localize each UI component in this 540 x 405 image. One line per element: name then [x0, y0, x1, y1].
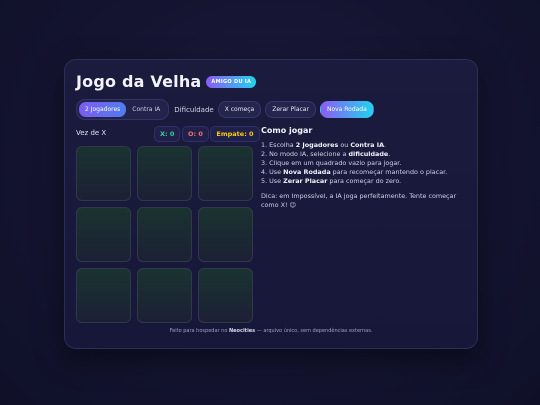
turn-indicator: Vez de X — [76, 129, 107, 137]
neocities-link: Neocities — [228, 328, 256, 334]
page-title: Jogo da Velha — [76, 72, 202, 91]
board-cell[interactable] — [76, 146, 131, 201]
mode-selector: 2 Jogadores Contra IA — [76, 99, 170, 120]
difficulty-label: Dificuldade — [174, 105, 214, 114]
game-board — [76, 146, 253, 323]
score-draw-badge: Empate: 0 — [210, 126, 260, 142]
help-panel: Como jogar 1. Escolha 2 Jogadores ou Con… — [261, 126, 467, 210]
score-o-badge: O: 0 — [182, 126, 209, 142]
help-step: 1. Escolha 2 Jogadores ou Contra IA. — [261, 141, 387, 149]
score-x-badge: X: 0 — [154, 126, 181, 142]
controls-bar: 2 Jogadores Contra IA Dificuldade X come… — [76, 99, 378, 120]
board-cell[interactable] — [76, 207, 131, 262]
new-round-button[interactable]: Nova Rodada — [319, 101, 374, 118]
help-step: 4. Use Nova Rodada para recomeçar manten… — [261, 168, 448, 176]
board-cell[interactable] — [198, 146, 253, 201]
game-card: Jogo da Velha AMIGO DU IA 2 Jogadores Co… — [64, 59, 478, 349]
footer: Feito para hospedar no Neocities — arqui… — [169, 328, 373, 334]
board-cell[interactable] — [137, 268, 192, 323]
help-steps: 1. Escolha 2 Jogadores ou Contra IA. 2. … — [261, 141, 467, 186]
reset-score-button[interactable]: Zerar Placar — [265, 101, 316, 118]
help-step: 3. Clique em um quadrado vazio para joga… — [261, 159, 402, 167]
board-cell[interactable] — [198, 207, 253, 262]
mode-two-players-button[interactable]: 2 Jogadores — [79, 102, 127, 117]
mode-vs-ai-button[interactable]: Contra IA — [126, 102, 166, 117]
ai-badge: AMIGO DU IA — [206, 75, 257, 88]
help-step: 2. No modo IA, selecione a dificuldade. — [261, 150, 391, 158]
x-starts-button[interactable]: X começa — [217, 101, 262, 118]
header: Jogo da Velha AMIGO DU IA — [76, 72, 257, 91]
help-title: Como jogar — [261, 126, 313, 135]
help-step: 5. Use Zerar Placar para começar do zero… — [261, 177, 402, 185]
tip-text: Dica: em Impossível, a IA joga perfeitam… — [261, 192, 457, 209]
status-row: Vez de X X: 0 O: 0 Empate: 0 — [76, 126, 260, 142]
board-cell[interactable] — [198, 268, 253, 323]
board-cell[interactable] — [76, 268, 131, 323]
board-cell[interactable] — [137, 207, 192, 262]
board-cell[interactable] — [137, 146, 192, 201]
